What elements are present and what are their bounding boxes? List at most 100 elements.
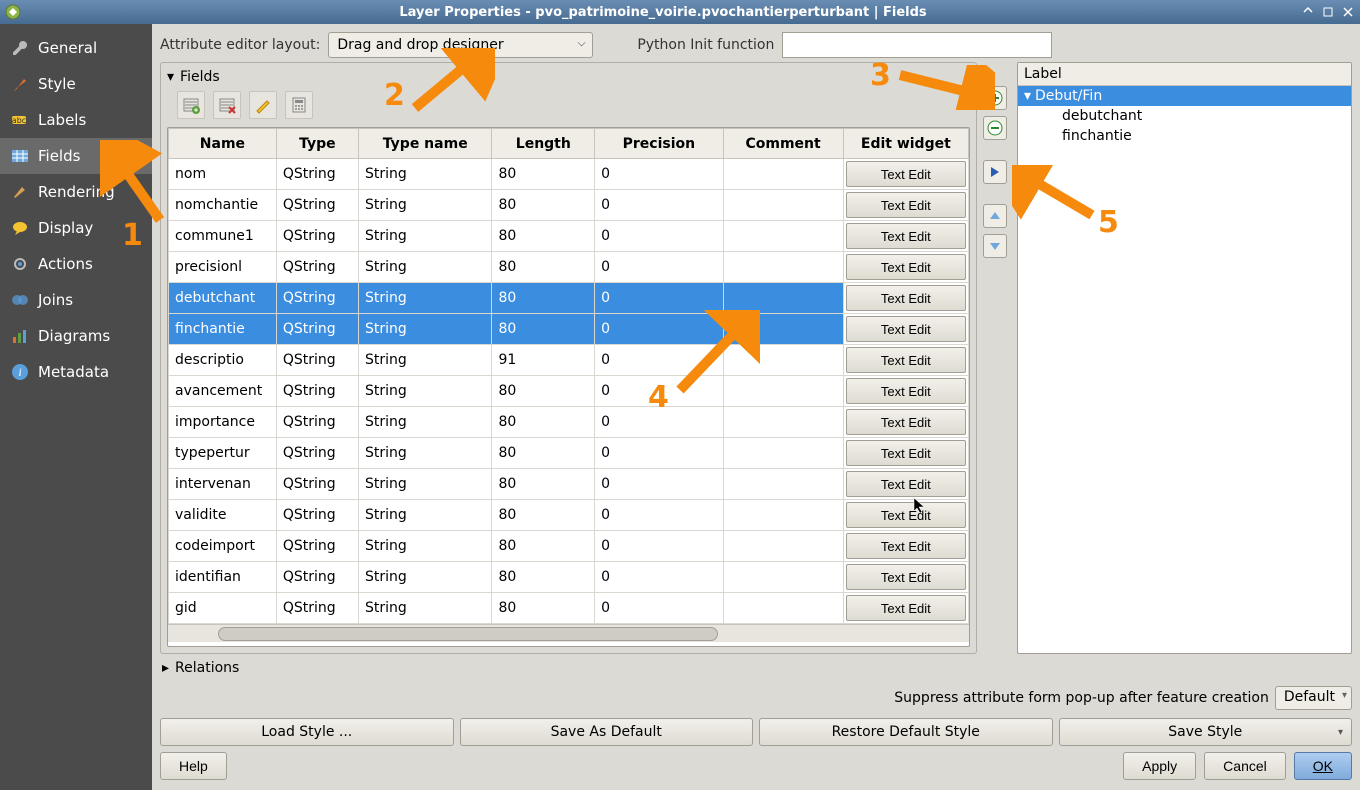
cell-name[interactable]: avancement: [169, 376, 277, 407]
sidebar-item-actions[interactable]: Actions: [0, 246, 152, 282]
cell-precision[interactable]: 0: [595, 438, 723, 469]
remove-item-button[interactable]: [983, 116, 1007, 140]
cell-precision[interactable]: 0: [595, 221, 723, 252]
restore-default-button[interactable]: Restore Default Style: [759, 718, 1053, 746]
cell-length[interactable]: 80: [492, 593, 595, 624]
edit-widget-button[interactable]: Text Edit: [846, 347, 966, 373]
relations-expand-icon[interactable]: ▸: [162, 660, 169, 676]
table-hscrollbar[interactable]: [168, 624, 969, 642]
table-row[interactable]: commune1QStringString800Text Edit: [169, 221, 969, 252]
cell-length[interactable]: 80: [492, 221, 595, 252]
sidebar-item-general[interactable]: General: [0, 30, 152, 66]
table-row[interactable]: avancementQStringString800Text Edit: [169, 376, 969, 407]
column-header[interactable]: Length: [492, 129, 595, 159]
column-header[interactable]: Precision: [595, 129, 723, 159]
move-right-button[interactable]: [983, 160, 1007, 184]
save-style-button[interactable]: Save Style: [1059, 718, 1353, 746]
move-down-button[interactable]: [983, 234, 1007, 258]
cell-precision[interactable]: 0: [595, 593, 723, 624]
cell-length[interactable]: 80: [492, 314, 595, 345]
sidebar-item-labels[interactable]: abcLabels: [0, 102, 152, 138]
cell-typename[interactable]: String: [358, 469, 492, 500]
edit-widget-button[interactable]: Text Edit: [846, 378, 966, 404]
cell-type[interactable]: QString: [276, 159, 358, 190]
cell-precision[interactable]: 0: [595, 376, 723, 407]
cell-typename[interactable]: String: [358, 593, 492, 624]
table-row[interactable]: descriptioQStringString910Text Edit: [169, 345, 969, 376]
cell-length[interactable]: 80: [492, 531, 595, 562]
sidebar-item-rendering[interactable]: Rendering: [0, 174, 152, 210]
table-row[interactable]: precisionlQStringString800Text Edit: [169, 252, 969, 283]
cell-typename[interactable]: String: [358, 500, 492, 531]
sidebar-item-fields[interactable]: Fields: [0, 138, 152, 174]
tree-group[interactable]: ▾ Debut/Fin: [1018, 86, 1351, 106]
cell-precision[interactable]: 0: [595, 469, 723, 500]
field-calculator-button[interactable]: [285, 91, 313, 119]
apply-button[interactable]: Apply: [1123, 752, 1196, 780]
cell-precision[interactable]: 0: [595, 407, 723, 438]
cell-type[interactable]: QString: [276, 314, 358, 345]
cell-typename[interactable]: String: [358, 345, 492, 376]
column-header[interactable]: Edit widget: [843, 129, 968, 159]
cell-precision[interactable]: 0: [595, 190, 723, 221]
sidebar-item-joins[interactable]: Joins: [0, 282, 152, 318]
cell-length[interactable]: 80: [492, 500, 595, 531]
table-row[interactable]: nomchantieQStringString800Text Edit: [169, 190, 969, 221]
fields-table[interactable]: NameTypeType nameLengthPrecisionCommentE…: [168, 128, 969, 624]
cell-type[interactable]: QString: [276, 500, 358, 531]
cell-type[interactable]: QString: [276, 531, 358, 562]
cell-typename[interactable]: String: [358, 221, 492, 252]
cell-comment[interactable]: [723, 593, 843, 624]
cell-comment[interactable]: [723, 438, 843, 469]
cell-comment[interactable]: [723, 500, 843, 531]
cell-name[interactable]: finchantie: [169, 314, 277, 345]
cell-name[interactable]: nom: [169, 159, 277, 190]
cell-comment[interactable]: [723, 469, 843, 500]
sidebar-item-diagrams[interactable]: Diagrams: [0, 318, 152, 354]
cell-typename[interactable]: String: [358, 438, 492, 469]
cell-name[interactable]: gid: [169, 593, 277, 624]
cell-length[interactable]: 80: [492, 438, 595, 469]
edit-widget-button[interactable]: Text Edit: [846, 223, 966, 249]
cell-name[interactable]: descriptio: [169, 345, 277, 376]
table-row[interactable]: typeperturQStringString800Text Edit: [169, 438, 969, 469]
add-group-button[interactable]: [983, 86, 1007, 110]
edit-widget-button[interactable]: Text Edit: [846, 285, 966, 311]
cell-typename[interactable]: String: [358, 407, 492, 438]
edit-widget-button[interactable]: Text Edit: [846, 595, 966, 621]
cell-precision[interactable]: 0: [595, 159, 723, 190]
cell-length[interactable]: 80: [492, 283, 595, 314]
move-up-button[interactable]: [983, 204, 1007, 228]
cell-comment[interactable]: [723, 221, 843, 252]
python-init-input[interactable]: [782, 32, 1052, 58]
edit-widget-button[interactable]: Text Edit: [846, 316, 966, 342]
tree-item[interactable]: finchantie: [1018, 126, 1351, 146]
cell-type[interactable]: QString: [276, 345, 358, 376]
edit-widget-button[interactable]: Text Edit: [846, 502, 966, 528]
cell-name[interactable]: importance: [169, 407, 277, 438]
table-row[interactable]: debutchantQStringString800Text Edit: [169, 283, 969, 314]
cell-typename[interactable]: String: [358, 252, 492, 283]
cell-precision[interactable]: 0: [595, 252, 723, 283]
delete-field-button[interactable]: [213, 91, 241, 119]
suppress-combo[interactable]: Default: [1275, 686, 1352, 710]
cell-comment[interactable]: [723, 562, 843, 593]
edit-widget-button[interactable]: Text Edit: [846, 564, 966, 590]
cell-name[interactable]: typepertur: [169, 438, 277, 469]
cell-length[interactable]: 80: [492, 469, 595, 500]
cell-type[interactable]: QString: [276, 407, 358, 438]
table-row[interactable]: codeimportQStringString800Text Edit: [169, 531, 969, 562]
cell-name[interactable]: precisionl: [169, 252, 277, 283]
cell-length[interactable]: 80: [492, 562, 595, 593]
cell-name[interactable]: nomchantie: [169, 190, 277, 221]
cell-typename[interactable]: String: [358, 314, 492, 345]
cell-typename[interactable]: String: [358, 531, 492, 562]
edit-widget-button[interactable]: Text Edit: [846, 533, 966, 559]
close-button[interactable]: [1340, 4, 1356, 20]
help-button[interactable]: Help: [160, 752, 227, 780]
cell-type[interactable]: QString: [276, 438, 358, 469]
sidebar-item-metadata[interactable]: iMetadata: [0, 354, 152, 390]
table-row[interactable]: intervenanQStringString800Text Edit: [169, 469, 969, 500]
cell-typename[interactable]: String: [358, 376, 492, 407]
table-row[interactable]: identifianQStringString800Text Edit: [169, 562, 969, 593]
